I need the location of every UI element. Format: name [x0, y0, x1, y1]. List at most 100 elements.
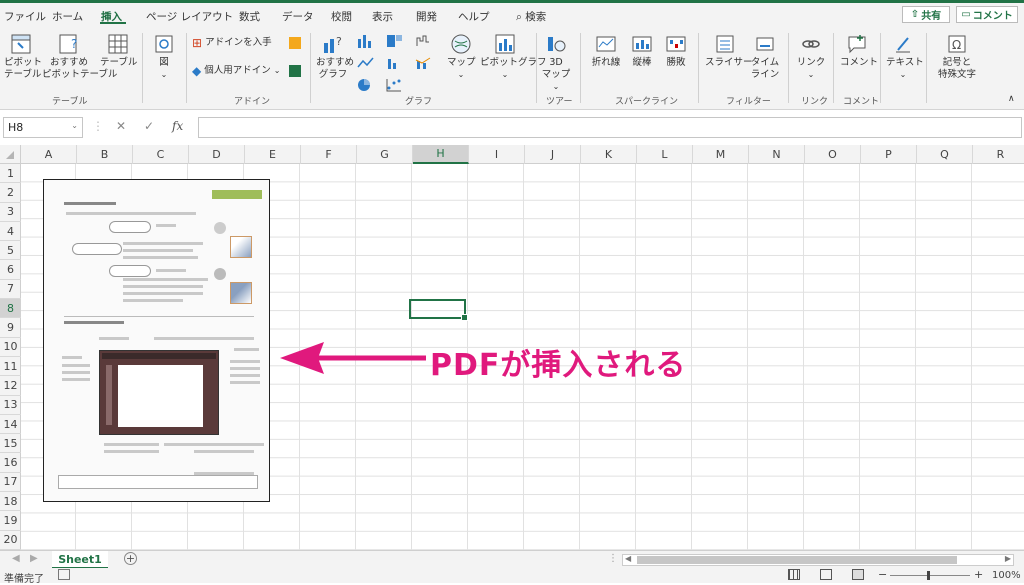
tab-7[interactable]: 表示	[372, 9, 393, 24]
waterfall-chart-button[interactable]	[414, 33, 434, 51]
add-sheet-icon[interactable]: +	[124, 552, 137, 565]
hscroll-right-icon[interactable]: ▶	[1005, 554, 1011, 563]
row-header[interactable]: 19	[0, 511, 21, 531]
column-header[interactable]: B	[77, 145, 133, 164]
comment-button[interactable]: ▭ コメント	[956, 6, 1018, 23]
column-header[interactable]: I	[469, 145, 525, 164]
people-graph-button[interactable]	[289, 65, 301, 81]
row-header[interactable]: 10	[0, 338, 21, 357]
hscroll-left-icon[interactable]: ◀	[625, 554, 631, 563]
row-header[interactable]: 1	[0, 164, 21, 184]
sheet-tab-sheet1[interactable]: Sheet1	[52, 551, 108, 569]
statistic-chart-button[interactable]	[385, 55, 405, 73]
illustrations-button[interactable]: 図 ⌄	[150, 33, 178, 81]
timeline-button[interactable]: タイム ライン	[750, 33, 780, 81]
collapse-ribbon-icon[interactable]: ∧	[1008, 93, 1015, 105]
get-addins-button[interactable]: ⊞ アドインを入手	[192, 37, 272, 49]
row-header[interactable]: 13	[0, 396, 21, 415]
active-cell-H8[interactable]	[409, 299, 468, 321]
tab-0[interactable]: ファイル	[4, 9, 46, 24]
tab-9[interactable]: ヘルプ	[458, 9, 490, 24]
row-header[interactable]: 3	[0, 203, 21, 222]
zoom-slider-thumb[interactable]	[927, 571, 930, 580]
zoom-out-icon[interactable]: −	[878, 568, 887, 581]
row-header[interactable]: 8	[0, 299, 21, 319]
scatter-chart-button[interactable]	[385, 77, 405, 95]
zoom-slider[interactable]	[890, 575, 970, 576]
row-header[interactable]: 15	[0, 434, 21, 454]
tab-5[interactable]: データ	[282, 9, 314, 24]
column-header[interactable]: O	[805, 145, 861, 164]
tab-split-handle-icon[interactable]: ⋮	[608, 553, 618, 564]
zoom-in-icon[interactable]: +	[974, 568, 983, 581]
tab-3[interactable]: ページ レイアウト	[146, 9, 233, 24]
row-header[interactable]: 17	[0, 473, 21, 493]
column-header[interactable]: Q	[917, 145, 973, 164]
3d-map-button[interactable]: 3D マップ ⌄	[541, 33, 571, 93]
column-header[interactable]: J	[525, 145, 581, 164]
row-header[interactable]: 5	[0, 241, 21, 261]
tab-1[interactable]: ホーム	[52, 9, 83, 24]
combo-chart-button[interactable]	[414, 55, 434, 73]
formula-input[interactable]	[198, 117, 1022, 138]
inserted-pdf-object[interactable]	[43, 179, 270, 502]
share-button[interactable]: ⇧ 共有	[902, 6, 950, 23]
cancel-icon[interactable]: ✕	[116, 119, 126, 133]
column-header[interactable]: D	[189, 145, 245, 164]
scroll-right-icon[interactable]: ▶	[30, 553, 38, 564]
page-break-view-icon[interactable]	[852, 569, 864, 580]
sparkline-column-button[interactable]: 縦棒	[628, 33, 656, 69]
recommended-pivot-button[interactable]: ? おすすめ ピボットテーブル	[42, 33, 117, 81]
insert-function-icon[interactable]: fx	[172, 119, 183, 133]
text-button[interactable]: テキスト ⌄	[886, 33, 924, 81]
slicer-button[interactable]: スライサー	[705, 33, 753, 69]
maps-button[interactable]: マップ ⌄	[447, 33, 476, 81]
row-header[interactable]: 7	[0, 280, 21, 300]
horizontal-scrollbar[interactable]: ◀ ▶	[622, 554, 1014, 566]
column-header[interactable]: P	[861, 145, 917, 164]
row-header[interactable]: 11	[0, 357, 21, 377]
bing-maps-button[interactable]	[289, 37, 301, 53]
my-addins-button[interactable]: ◆ 個人用アドイン ⌄	[192, 65, 280, 77]
line-chart-button[interactable]	[356, 55, 376, 73]
column-header[interactable]: F	[301, 145, 357, 164]
column-header[interactable]: G	[357, 145, 413, 164]
column-header[interactable]: L	[637, 145, 693, 164]
pivot-table-button[interactable]: ピボット テーブル	[4, 33, 42, 81]
symbols-button[interactable]: Ω 記号と 特殊文字	[932, 33, 982, 81]
sparkline-line-button[interactable]: 折れ線	[590, 33, 622, 69]
column-header[interactable]: K	[581, 145, 637, 164]
row-header[interactable]: 12	[0, 376, 21, 396]
select-all-button[interactable]	[0, 145, 21, 164]
enter-icon[interactable]: ✓	[144, 119, 154, 133]
row-header[interactable]: 18	[0, 492, 21, 512]
scroll-left-icon[interactable]: ◀	[12, 553, 20, 564]
column-header[interactable]: E	[245, 145, 301, 164]
column-header[interactable]: N	[749, 145, 805, 164]
row-header[interactable]: 16	[0, 454, 21, 473]
tab-4[interactable]: 数式	[239, 9, 260, 24]
tab-8[interactable]: 開発	[416, 9, 437, 24]
search-box[interactable]: ⌕ 検索	[516, 9, 546, 24]
row-header[interactable]: 6	[0, 261, 21, 280]
tab-6[interactable]: 校閲	[331, 9, 352, 24]
row-header[interactable]: 2	[0, 183, 21, 203]
insert-comment-button[interactable]: コメント	[840, 33, 878, 69]
column-header[interactable]: C	[133, 145, 189, 164]
table-button[interactable]: テーブル	[100, 33, 137, 69]
column-header[interactable]: A	[21, 145, 77, 164]
column-chart-button[interactable]	[356, 33, 376, 51]
row-header[interactable]: 14	[0, 415, 21, 435]
pivot-chart-button[interactable]: ピボットグラフ ⌄	[480, 33, 547, 81]
link-button[interactable]: リンク ⌄	[796, 33, 826, 81]
row-header[interactable]: 9	[0, 318, 21, 338]
name-box[interactable]: H8 ⌄	[3, 117, 83, 138]
hierarchy-chart-button[interactable]	[385, 33, 405, 51]
pie-chart-button[interactable]	[356, 77, 376, 95]
column-header[interactable]: R	[973, 145, 1024, 164]
page-layout-view-icon[interactable]	[820, 569, 832, 580]
normal-view-icon[interactable]	[788, 569, 800, 580]
row-header[interactable]: 20	[0, 531, 21, 550]
sparkline-winloss-button[interactable]: 勝敗	[662, 33, 690, 69]
column-header[interactable]: M	[693, 145, 749, 164]
